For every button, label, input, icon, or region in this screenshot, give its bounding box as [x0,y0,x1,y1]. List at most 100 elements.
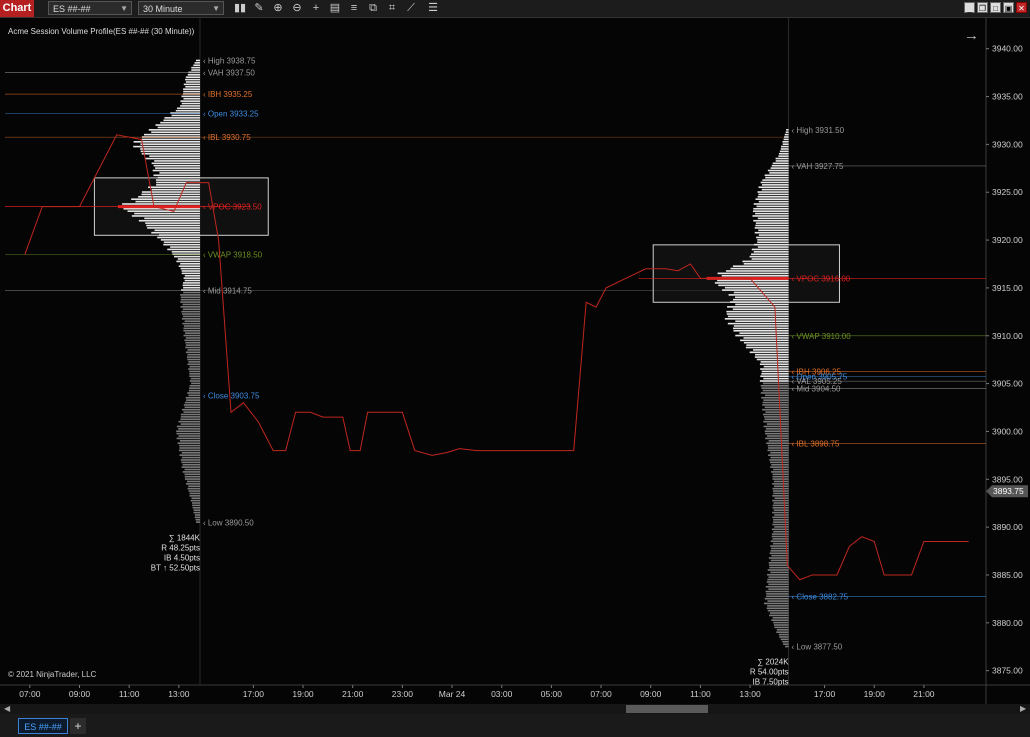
x-tick-label: 03:00 [491,689,513,699]
volume-bar [155,179,200,181]
volume-bar [185,351,200,354]
volume-bar [757,217,789,220]
volume-bar [757,246,789,248]
volume-bar [182,284,200,287]
volume-bar [768,564,789,566]
price-chart[interactable]: ‹ High 3938.75 ‹ VAH 3937.50 ‹ IBH 3935.25… [0,18,1030,704]
volume-bar [767,169,789,172]
instrument-value: ES ##-## [53,4,91,14]
volume-bar [740,339,789,342]
volume-bar [783,643,789,645]
volume-bar [181,456,200,459]
zoom-out-icon[interactable]: ⊖ [290,1,304,15]
volume-bar [761,396,789,399]
strategies-icon[interactable]: ⧉ [366,1,380,15]
volume-bar [762,404,789,406]
horizontal-scrollbar[interactable]: ◀ ▶ [0,704,1030,714]
volume-bar [782,143,789,145]
volume-bar [772,499,789,502]
volume-bar [762,179,789,181]
volume-bar [188,490,200,492]
volume-bar [765,590,789,593]
crosshair-icon[interactable]: + [309,1,323,15]
volume-bar [196,521,200,523]
zoom-in-icon[interactable]: ⊕ [271,1,285,15]
x-tick-label: Mar 24 [439,689,466,699]
volume-bar [746,344,789,346]
scroll-thumb[interactable] [626,705,708,713]
volume-bar [773,502,789,504]
volume-bar [772,506,789,509]
scroll-right-icon[interactable]: ▶ [1020,704,1026,714]
interval-selector[interactable]: 30 Minute ▼ [138,1,224,15]
indicators-icon[interactable]: ⌗ [385,1,399,15]
volume-bar [770,545,789,547]
minimize-window-button[interactable]: _ [964,2,975,13]
y-tick-label: 3940.00 [992,44,1023,54]
volume-bar [190,499,200,502]
volume-bar [771,554,789,557]
volume-bar [768,562,789,564]
scroll-left-icon[interactable]: ◀ [4,704,10,714]
volume-bar [179,444,200,447]
volume-bar [182,471,200,473]
data-box-icon[interactable]: ▤ [328,1,342,15]
volume-bar [180,298,200,301]
volume-bar [182,313,200,315]
volume-bar [773,530,789,533]
volume-bar [780,638,789,641]
tab-es[interactable]: ES ##-## [18,718,68,734]
volume-bar [133,140,200,143]
volume-bar [751,258,789,260]
volume-bar [772,475,789,478]
volume-bar [122,203,200,205]
volume-bar [762,389,789,392]
volume-bar [151,231,200,234]
volume-bar [766,593,789,595]
add-tab-button[interactable]: + [70,718,86,734]
volume-bar [756,236,789,239]
volume-bar [138,219,200,222]
volume-bar [160,121,200,124]
tile-window-button[interactable]: ▣ [1003,2,1014,13]
draw-pencil-icon[interactable]: ✎ [252,1,266,15]
volume-bar [182,315,200,318]
volume-bar [155,167,200,169]
volume-bar [194,514,200,516]
volume-bar [159,172,200,174]
y-tick-label: 3885.00 [992,570,1023,580]
indicator-title: Acme Session Volume Profile(ES ##-## (30… [8,27,195,36]
volume-bar [726,310,789,313]
volume-bar [753,243,789,246]
volume-bar [766,581,789,583]
properties-icon[interactable]: ≡ [347,1,361,15]
chart-window-tab[interactable]: Chart [0,0,34,17]
level-label-ibl: ‹ IBL 3930.75 [203,133,251,142]
close-window-button[interactable]: ✕ [1016,2,1027,13]
volume-bar [185,341,200,344]
templates-icon[interactable]: ☰ [426,1,440,15]
volume-bar [179,447,200,449]
restore-window-button[interactable]: ❐ [977,2,988,13]
profile-stat: BT ↑ 52.50pts [151,563,200,572]
instrument-selector[interactable]: ES ##-## ▼ [48,1,132,15]
volume-bar [769,614,789,617]
volume-bar [145,222,200,224]
maximize-window-button[interactable]: □ [990,2,1001,13]
volume-bar [758,186,789,189]
volume-bar [760,368,789,370]
volume-bar [770,167,789,169]
volume-bar [751,253,789,256]
drawing-tools-icon[interactable]: ⟋ [404,1,418,15]
volume-bar [770,550,789,552]
volume-bar [785,645,789,648]
volume-bar [735,303,789,306]
x-tick-label: 23:00 [392,689,414,699]
volume-bar [192,506,200,509]
bar-type-icon[interactable]: ▮▮ [233,1,247,15]
volume-bar [145,157,200,160]
volume-bar [772,483,789,485]
x-tick-label: 09:00 [640,689,662,699]
volume-bar [762,413,789,416]
volume-bar [181,310,200,313]
